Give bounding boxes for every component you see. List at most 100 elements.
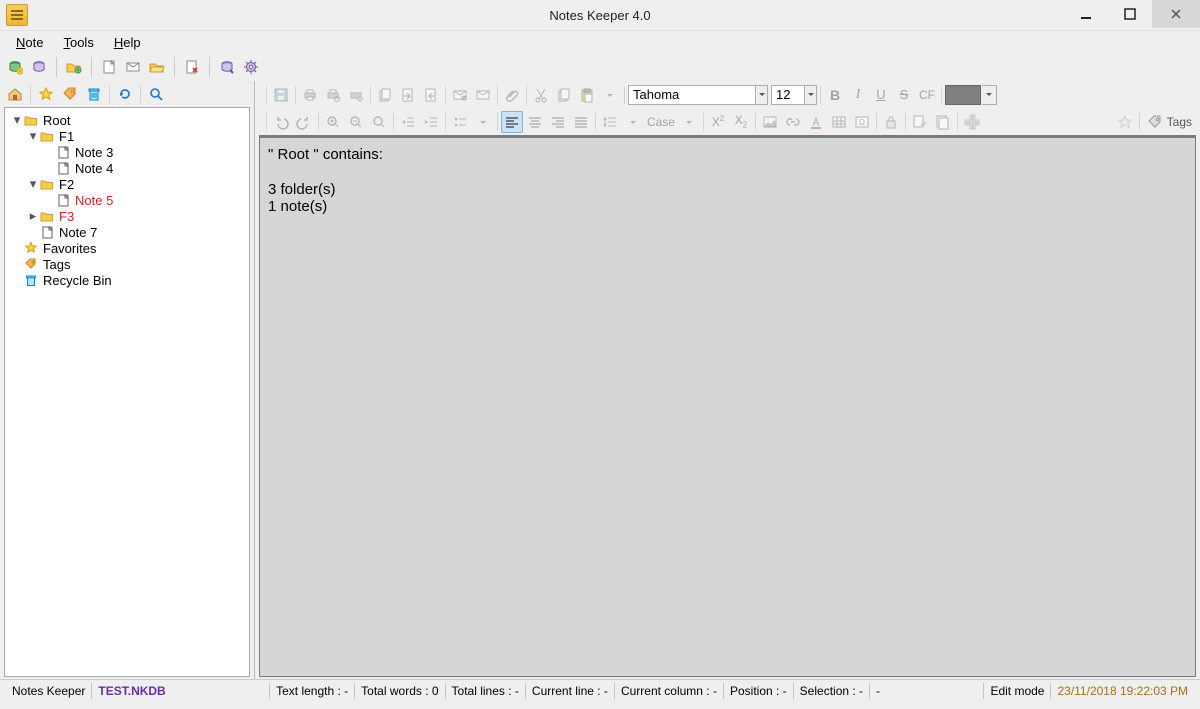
tree-tags[interactable]: Tags bbox=[11, 256, 249, 272]
new-db-icon[interactable] bbox=[4, 56, 26, 78]
save-icon[interactable] bbox=[270, 84, 292, 106]
line-spacing-menu-icon[interactable] bbox=[622, 111, 644, 133]
status-current-line: Current line : - bbox=[525, 683, 614, 699]
insert-table-icon[interactable] bbox=[828, 111, 850, 133]
undo-icon[interactable] bbox=[270, 111, 292, 133]
status-total-words: Total words : 0 bbox=[354, 683, 444, 699]
open-folder-icon[interactable] bbox=[146, 56, 168, 78]
statusbar: Notes Keeper TEST.NKDB Text length : - T… bbox=[0, 679, 1200, 702]
font-family-input[interactable] bbox=[629, 86, 755, 104]
spell-icon[interactable] bbox=[909, 111, 931, 133]
lock-icon[interactable] bbox=[880, 111, 902, 133]
home-icon[interactable] bbox=[4, 83, 26, 105]
favorite-outline-icon[interactable] bbox=[1114, 111, 1136, 133]
menu-tools[interactable]: Tools bbox=[53, 33, 103, 52]
strike-icon[interactable]: S bbox=[893, 84, 915, 106]
settings-icon[interactable] bbox=[240, 56, 262, 78]
tag-icon[interactable] bbox=[59, 83, 81, 105]
collapse-icon[interactable]: ▾ bbox=[27, 130, 39, 142]
favorite-star-icon[interactable] bbox=[35, 83, 57, 105]
indent-increase-icon[interactable] bbox=[420, 111, 442, 133]
tree-favorites[interactable]: Favorites bbox=[11, 240, 249, 256]
list-bullet-icon[interactable] bbox=[449, 111, 471, 133]
tree-note3[interactable]: Note 3 bbox=[43, 144, 249, 160]
insert-symbol-icon[interactable]: Ω bbox=[851, 111, 873, 133]
underline-icon[interactable]: U bbox=[870, 84, 892, 106]
minimize-button[interactable] bbox=[1064, 0, 1108, 28]
search-icon[interactable] bbox=[145, 83, 167, 105]
content-panel: B I U S CF bbox=[255, 81, 1200, 679]
tree-f2[interactable]: ▾ F2 bbox=[27, 176, 249, 192]
expand-icon[interactable]: ▸ bbox=[27, 210, 39, 222]
print-setup-icon[interactable] bbox=[345, 84, 367, 106]
new-note-icon[interactable] bbox=[98, 56, 120, 78]
refresh-icon[interactable] bbox=[114, 83, 136, 105]
paste-icon[interactable] bbox=[576, 84, 598, 106]
history-icon[interactable] bbox=[932, 111, 954, 133]
db-tools-icon[interactable] bbox=[216, 56, 238, 78]
bold-icon[interactable]: B bbox=[824, 84, 846, 106]
paste-menu-icon[interactable] bbox=[599, 84, 621, 106]
export-icon[interactable] bbox=[420, 84, 442, 106]
open-db-icon[interactable] bbox=[28, 56, 50, 78]
import-icon[interactable] bbox=[397, 84, 419, 106]
insert-image-icon[interactable] bbox=[759, 111, 781, 133]
tags-button[interactable]: Tags bbox=[1143, 114, 1196, 130]
menu-note[interactable]: Note bbox=[6, 33, 53, 52]
collapse-icon[interactable]: ▾ bbox=[11, 114, 23, 126]
tree-note5[interactable]: Note 5 bbox=[43, 192, 249, 208]
align-center-icon[interactable] bbox=[524, 111, 546, 133]
case-button[interactable]: Case bbox=[645, 111, 677, 133]
tree-f1[interactable]: ▾ F1 bbox=[27, 128, 249, 144]
copy-note-icon[interactable] bbox=[374, 84, 396, 106]
line-spacing-icon[interactable] bbox=[599, 111, 621, 133]
font-family-combo[interactable] bbox=[628, 85, 768, 105]
print-preview-icon[interactable] bbox=[322, 84, 344, 106]
case-menu-icon[interactable] bbox=[678, 111, 700, 133]
tree-note7[interactable]: Note 7 bbox=[27, 224, 249, 240]
font-size-input[interactable] bbox=[772, 86, 804, 104]
chevron-down-icon[interactable] bbox=[982, 85, 997, 105]
chevron-down-icon[interactable] bbox=[804, 86, 816, 104]
chevron-down-icon[interactable] bbox=[755, 86, 767, 104]
font-size-combo[interactable] bbox=[771, 85, 817, 105]
copy-icon[interactable] bbox=[553, 84, 575, 106]
indent-decrease-icon[interactable] bbox=[397, 111, 419, 133]
new-mail-icon[interactable] bbox=[449, 84, 471, 106]
highlight-color-picker[interactable] bbox=[945, 85, 981, 105]
tree-note4[interactable]: Note 4 bbox=[43, 160, 249, 176]
new-folder-icon[interactable] bbox=[63, 56, 85, 78]
clear-format-icon[interactable]: CF bbox=[916, 84, 938, 106]
font-color-icon[interactable] bbox=[805, 111, 827, 133]
tree-f3[interactable]: ▸ F3 bbox=[27, 208, 249, 224]
menu-help[interactable]: Help bbox=[104, 33, 151, 52]
redo-icon[interactable] bbox=[293, 111, 315, 133]
close-button[interactable] bbox=[1152, 0, 1200, 28]
align-left-icon[interactable] bbox=[501, 111, 523, 133]
insert-link-icon[interactable] bbox=[782, 111, 804, 133]
zoom-reset-icon[interactable] bbox=[368, 111, 390, 133]
collapse-icon[interactable]: ▾ bbox=[27, 178, 39, 190]
tree-recycle[interactable]: Recycle Bin bbox=[11, 272, 249, 288]
zoom-out-icon[interactable] bbox=[345, 111, 367, 133]
superscript-icon[interactable]: X2 bbox=[707, 111, 729, 133]
zoom-in-icon[interactable] bbox=[322, 111, 344, 133]
folder-icon bbox=[39, 176, 55, 192]
tree-root[interactable]: ▾ Root bbox=[11, 112, 249, 128]
align-justify-icon[interactable] bbox=[570, 111, 592, 133]
attachment-icon[interactable] bbox=[501, 84, 523, 106]
open-note-icon[interactable] bbox=[122, 56, 144, 78]
list-menu-icon[interactable] bbox=[472, 111, 494, 133]
maximize-button[interactable] bbox=[1108, 0, 1152, 28]
delete-note-icon[interactable] bbox=[181, 56, 203, 78]
align-right-icon[interactable] bbox=[547, 111, 569, 133]
bookmark-icon[interactable] bbox=[961, 111, 983, 133]
note-content[interactable]: " Root " contains: 3 folder(s) 1 note(s) bbox=[259, 135, 1196, 677]
recycle-icon[interactable] bbox=[83, 83, 105, 105]
send-mail-icon[interactable] bbox=[472, 84, 494, 106]
tree-view[interactable]: ▾ Root ▾ F1 Note 3 bbox=[4, 107, 250, 677]
print-icon[interactable] bbox=[299, 84, 321, 106]
cut-icon[interactable] bbox=[530, 84, 552, 106]
italic-icon[interactable]: I bbox=[847, 84, 869, 106]
subscript-icon[interactable]: X2 bbox=[730, 111, 752, 133]
